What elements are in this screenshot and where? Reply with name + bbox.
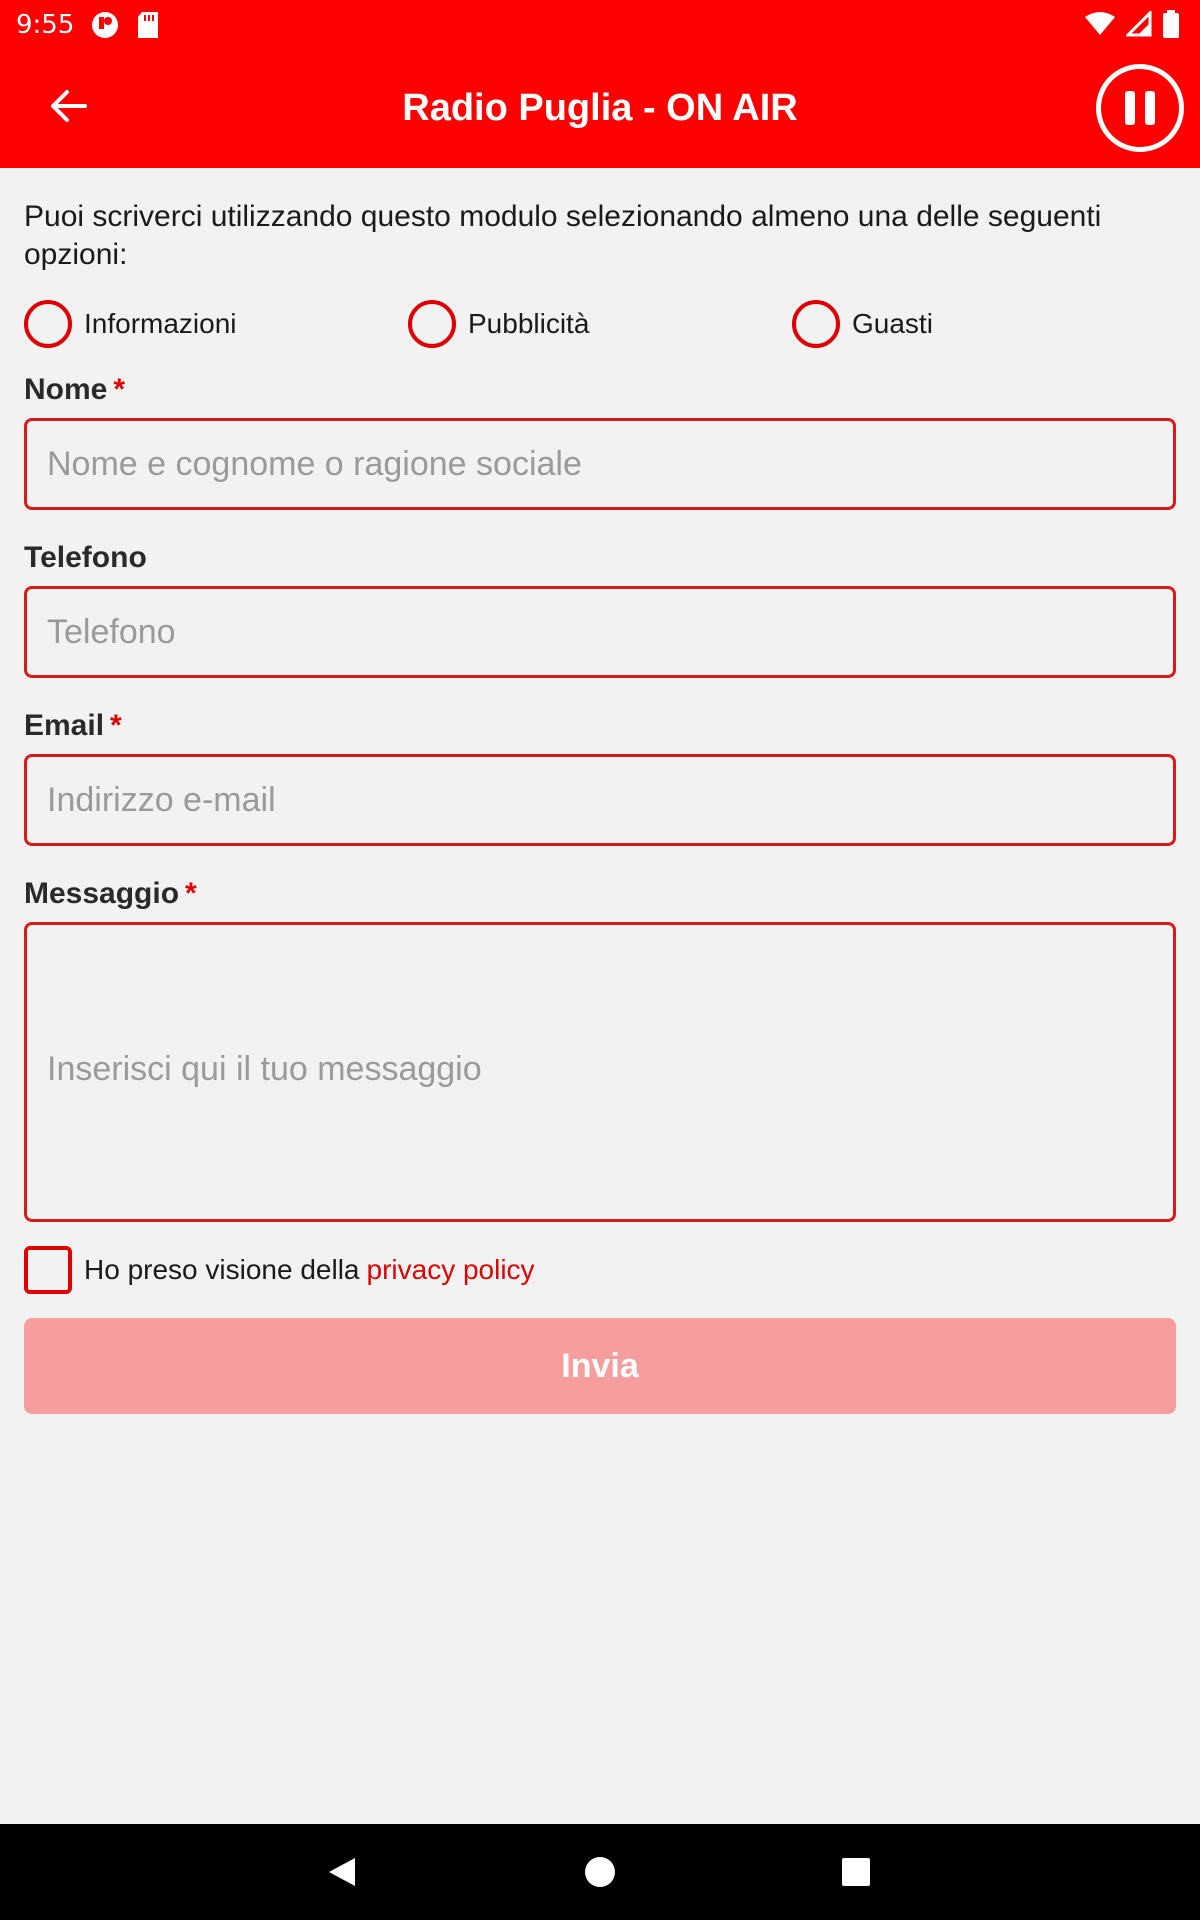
battery-icon [1163, 10, 1179, 38]
telefono-label-text: Telefono [24, 541, 147, 574]
nav-recents-button[interactable] [832, 1848, 880, 1896]
sd-card-icon [138, 12, 158, 38]
email-label: Email * [24, 708, 1176, 744]
nav-home-icon [585, 1857, 615, 1887]
privacy-text: Ho preso visione della [84, 1254, 360, 1285]
pause-icon [1125, 91, 1135, 125]
telefono-label: Telefono [24, 540, 1176, 576]
messaggio-textarea[interactable] [47, 1050, 1173, 1094]
option-guasti[interactable]: Guasti [792, 300, 933, 348]
status-time: 9:55 [16, 10, 75, 40]
option-label: Informazioni [84, 308, 237, 339]
nome-input[interactable] [47, 444, 1173, 484]
required-marker: * [113, 373, 126, 406]
option-label: Pubblicità [468, 308, 590, 339]
system-nav-bar [0, 1824, 1200, 1920]
status-right-icons [1084, 10, 1180, 38]
email-label-text: Email [24, 709, 105, 742]
radio-button[interactable] [408, 300, 456, 348]
nome-field[interactable] [24, 418, 1176, 510]
back-button[interactable] [38, 76, 98, 136]
option-pubblicita[interactable]: Pubblicità [408, 300, 589, 348]
pause-icon [1145, 91, 1155, 125]
required-marker: * [110, 709, 122, 742]
privacy-row: Ho preso visione della privacy policy [24, 1244, 1176, 1296]
telefono-field[interactable] [24, 586, 1176, 678]
signal-icon [1126, 11, 1152, 37]
form-intro: Puoi scriverci utilizzando questo modulo… [24, 200, 1102, 271]
option-label: Guasti [852, 308, 933, 339]
option-group: Informazioni Pubblicità Guasti [24, 288, 1176, 358]
radio-button[interactable] [24, 300, 72, 348]
wifi-icon [1085, 12, 1115, 35]
nome-label-text: Nome [24, 373, 108, 406]
privacy-policy-link[interactable]: privacy policy [367, 1254, 535, 1286]
radio-button[interactable] [792, 300, 840, 348]
messaggio-label: Messaggio * [24, 876, 1176, 912]
telefono-input[interactable] [47, 612, 1173, 652]
pause-button[interactable] [1096, 64, 1184, 152]
app-title: Radio Puglia - ON AIR [402, 86, 798, 129]
option-informazioni[interactable]: Informazioni [24, 300, 237, 348]
arrow-back-icon [51, 90, 87, 122]
status-bar: 9:55 [0, 0, 1200, 48]
required-marker: * [185, 877, 197, 910]
status-left-icons [90, 10, 160, 40]
nav-recents-icon [842, 1858, 870, 1886]
contact-form: Puoi scriverci utilizzando questo modulo… [24, 168, 1176, 1414]
email-field[interactable] [24, 754, 1176, 846]
app-notification-icon [92, 12, 118, 38]
privacy-checkbox[interactable] [24, 1246, 72, 1294]
app-bar: Radio Puglia - ON AIR [0, 48, 1200, 168]
nome-label: Nome * [24, 372, 1176, 408]
messaggio-label-text: Messaggio [24, 877, 180, 910]
nav-back-button[interactable] [318, 1848, 366, 1896]
messaggio-field[interactable] [24, 922, 1176, 1222]
email-input[interactable] [47, 780, 1173, 820]
nav-home-button[interactable] [576, 1848, 624, 1896]
nav-back-icon [329, 1858, 355, 1886]
submit-button[interactable]: Invia [24, 1318, 1176, 1414]
